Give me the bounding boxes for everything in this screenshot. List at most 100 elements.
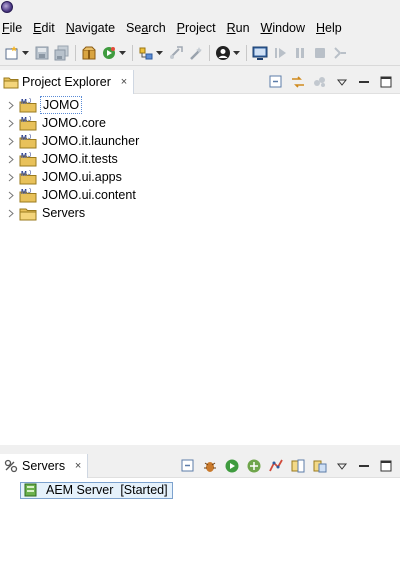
svg-text:J: J [28, 171, 31, 177]
save-all-icon[interactable] [54, 45, 70, 61]
collapse-all-icon[interactable] [268, 74, 284, 90]
expand-arrow-icon[interactable] [6, 208, 16, 218]
wand-tool-icon[interactable] [188, 45, 204, 61]
tree-item-label: JOMO.ui.content [42, 188, 136, 202]
project-explorer-view: Project Explorer × M J JOMO M J JOMO.cor… [0, 70, 400, 445]
expand-arrow-icon[interactable] [6, 100, 16, 110]
expand-arrow-icon[interactable] [6, 190, 16, 200]
menu-search[interactable]: Search [121, 19, 172, 37]
toolbar-separator [75, 44, 76, 61]
collapse-all-icon[interactable] [180, 458, 196, 474]
disconnect-icon[interactable] [332, 45, 348, 61]
tree-item-jomo-ui-apps[interactable]: MJ JOMO.ui.apps [0, 168, 400, 186]
project-explorer-title: Project Explorer [22, 75, 111, 89]
debug-server-icon[interactable] [202, 458, 218, 474]
server-icon [22, 482, 40, 498]
link-with-editor-icon[interactable] [290, 74, 306, 90]
new-wizard-dropdown-icon[interactable] [22, 45, 29, 61]
new-wizard-icon[interactable] [4, 45, 20, 61]
menu-project-label: roject [185, 21, 216, 35]
tree-item-jomo-ui-content[interactable]: MJ JOMO.ui.content [0, 186, 400, 204]
tree-item-jomo-it-tests[interactable]: MJ JOMO.it.tests [0, 150, 400, 168]
menu-help-mnemonic: H [316, 21, 326, 35]
server-selection[interactable]: AEM Server [Started] [20, 481, 173, 499]
tree-item-jomo[interactable]: MJ JOMO [0, 96, 400, 114]
terminal-icon[interactable] [252, 45, 268, 61]
run-external-tool-icon[interactable] [101, 45, 117, 61]
server-row-aem[interactable]: AEM Server [Started] [0, 481, 400, 499]
menu-run[interactable]: Run [222, 19, 256, 37]
user-account-dropdown-icon[interactable] [233, 45, 240, 61]
toolbar-separator [246, 44, 247, 61]
focus-on-task-icon[interactable] [312, 74, 328, 90]
menu-edit[interactable]: Edit [28, 19, 61, 37]
servers-view: Servers × AEM Server [Started] [0, 454, 400, 570]
svg-text:M: M [21, 117, 27, 124]
servers-list: AEM Server [Started] [0, 481, 400, 499]
menu-run-mnemonic: R [226, 21, 236, 35]
svg-text:M: M [21, 99, 27, 106]
menu-file[interactable]: File [0, 19, 28, 37]
svg-text:M: M [21, 189, 27, 196]
tab-project-explorer[interactable]: Project Explorer × [0, 70, 134, 94]
servers-view-tools [174, 458, 394, 474]
menu-window[interactable]: Window [256, 19, 311, 37]
profile-server-icon[interactable] [246, 458, 262, 474]
tree-item-jomo-it-launcher[interactable]: MJ JOMO.it.launcher [0, 132, 400, 150]
publish-icon[interactable] [268, 458, 284, 474]
terminate-icon[interactable] [312, 45, 328, 61]
maven-project-icon: MJ [19, 169, 37, 185]
svg-text:M: M [21, 153, 27, 160]
main-toolbar [0, 40, 400, 66]
servers-view-icon [3, 458, 19, 474]
expand-arrow-icon[interactable] [6, 154, 16, 164]
svg-text:J: J [28, 153, 31, 159]
maximize-icon[interactable] [378, 74, 394, 90]
save-icon[interactable] [34, 45, 50, 61]
publish-changes-icon[interactable] [312, 458, 328, 474]
expand-arrow-icon[interactable] [6, 136, 16, 146]
new-java-class-icon[interactable] [138, 45, 154, 61]
build-package-icon[interactable] [81, 45, 97, 61]
expand-arrow-icon[interactable] [6, 172, 16, 182]
menu-search-label: rch [148, 21, 166, 35]
suspend-icon[interactable] [292, 45, 308, 61]
toolbar-separator [209, 44, 210, 61]
tree-item-jomo-core[interactable]: MJ JOMO.core [0, 114, 400, 132]
disconnect-server-icon[interactable] [290, 458, 306, 474]
view-menu-icon[interactable] [334, 74, 350, 90]
tab-servers[interactable]: Servers × [0, 454, 89, 478]
close-icon[interactable]: × [73, 460, 83, 472]
resume-icon[interactable] [272, 45, 288, 61]
project-tree: MJ JOMO MJ JOMO.core MJ JOMO.it.launcher… [0, 96, 400, 222]
menu-project[interactable]: Project [172, 19, 222, 37]
menu-navigate[interactable]: Navigate [61, 19, 121, 37]
menu-search-prefix: Se [126, 21, 142, 35]
svg-text:J: J [28, 189, 31, 195]
refactor-icon[interactable] [168, 45, 184, 61]
menu-file-mnemonic: F [2, 21, 10, 35]
minimize-icon[interactable] [356, 74, 372, 90]
menu-help[interactable]: Help [311, 19, 348, 37]
run-external-tool-dropdown-icon[interactable] [119, 45, 126, 61]
server-label: AEM Server [Started] [46, 483, 168, 497]
menu-window-mnemonic: W [260, 21, 273, 35]
servers-view-header: Servers × [0, 454, 400, 478]
start-server-icon[interactable] [224, 458, 240, 474]
tree-item-label: JOMO.core [42, 116, 106, 130]
expand-arrow-icon[interactable] [6, 118, 16, 128]
servers-view-title: Servers [22, 459, 66, 473]
minimize-icon[interactable] [356, 458, 372, 474]
tree-item-servers[interactable]: Servers [0, 204, 400, 222]
tree-item-label: JOMO [40, 96, 83, 114]
toolbar-separator [132, 44, 133, 61]
user-account-icon[interactable] [215, 45, 231, 61]
new-java-class-dropdown-icon[interactable] [156, 45, 163, 61]
maximize-icon[interactable] [378, 458, 394, 474]
close-icon[interactable]: × [119, 76, 129, 88]
tree-item-label: JOMO.ui.apps [42, 170, 122, 184]
menu-window-label: indow [272, 21, 306, 35]
maven-project-icon: MJ [19, 97, 37, 113]
view-menu-icon[interactable] [334, 458, 350, 474]
project-explorer-header: Project Explorer × [0, 70, 400, 94]
